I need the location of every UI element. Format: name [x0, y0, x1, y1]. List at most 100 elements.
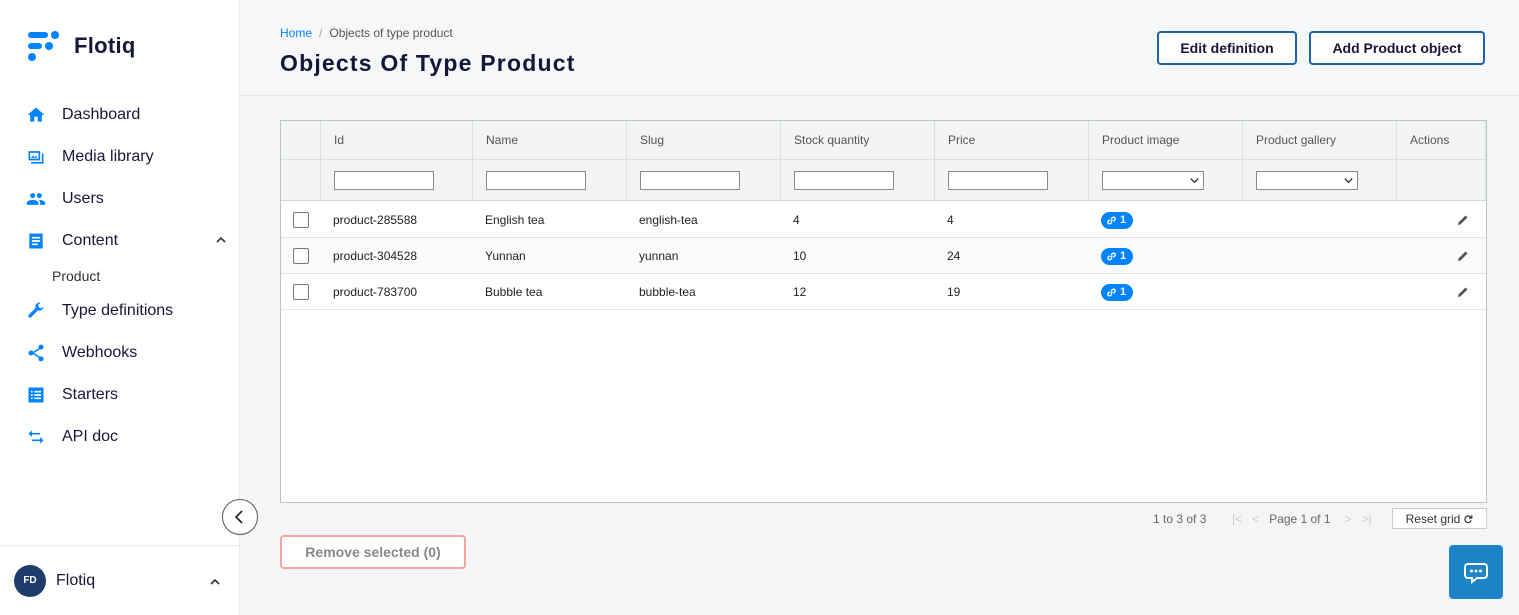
- column-header-name[interactable]: Name: [472, 121, 626, 159]
- sidebar-item-dashboard[interactable]: Dashboard: [0, 94, 240, 136]
- add-product-button[interactable]: Add Product object: [1309, 31, 1485, 65]
- collapse-sidebar-button[interactable]: [222, 499, 258, 535]
- chat-icon: [1464, 563, 1488, 585]
- sidebar-item-label: Starters: [62, 386, 119, 403]
- table-row[interactable]: product-783700 Bubble tea bubble-tea 12 …: [281, 274, 1486, 310]
- filter-price-input[interactable]: [948, 171, 1048, 190]
- media-icon: [26, 147, 46, 167]
- filter-product-gallery-select[interactable]: [1256, 171, 1358, 190]
- sidebar-item-webhooks[interactable]: Webhooks: [0, 332, 240, 374]
- chevron-up-icon[interactable]: [214, 233, 228, 247]
- row-checkbox[interactable]: [293, 284, 309, 300]
- filter-cell-slug: [626, 159, 780, 201]
- filter-product-image-select[interactable]: [1102, 171, 1204, 190]
- breadcrumb: Home / Objects of type product: [280, 26, 453, 40]
- pagination-controls: |< < Page 1 of 1 > >|: [1232, 508, 1382, 530]
- sidebar-nav: Dashboard Media library Users Content Pr…: [0, 94, 240, 458]
- cell-id: product-285588: [333, 213, 418, 227]
- column-header-slug[interactable]: Slug: [626, 121, 780, 159]
- remove-selected-button[interactable]: Remove selected (0): [280, 535, 466, 569]
- filter-cell-actions: [1396, 159, 1486, 201]
- reset-grid-label: Reset grid: [1405, 511, 1461, 526]
- chevron-up-icon[interactable]: [208, 575, 222, 589]
- relation-badge[interactable]: 1: [1101, 211, 1134, 229]
- filter-cell-product-image: [1088, 159, 1242, 201]
- column-header-id[interactable]: Id: [320, 121, 472, 159]
- brand-name: Flotiq: [74, 33, 136, 58]
- cell-name: Yunnan: [485, 249, 526, 263]
- cell-name: Bubble tea: [485, 285, 543, 299]
- avatar: FD: [14, 564, 46, 597]
- sidebar-item-users[interactable]: Users: [0, 178, 240, 220]
- next-page-icon[interactable]: >: [1345, 512, 1352, 526]
- cell-stock: 10: [793, 249, 807, 263]
- breadcrumb-home-link[interactable]: Home: [280, 26, 312, 40]
- sidebar-item-starters[interactable]: Starters: [0, 374, 240, 416]
- table-row[interactable]: product-285588 English tea english-tea 4…: [281, 202, 1486, 238]
- relation-count: 1: [1120, 286, 1127, 298]
- filter-cell-name: [472, 159, 626, 201]
- chat-button[interactable]: [1449, 545, 1503, 599]
- filter-select-column: [281, 159, 320, 201]
- first-page-icon[interactable]: |<: [1232, 512, 1242, 526]
- logo[interactable]: Flotiq: [26, 28, 136, 64]
- filter-slug-input[interactable]: [640, 171, 740, 190]
- sidebar-item-media-library[interactable]: Media library: [0, 136, 240, 178]
- cell-slug: yunnan: [639, 249, 679, 263]
- page-title: Objects Of Type Product: [280, 50, 576, 76]
- chevron-down-icon: [1344, 178, 1353, 184]
- filter-name-input[interactable]: [486, 171, 586, 190]
- previous-page-icon[interactable]: <: [1252, 512, 1259, 526]
- users-icon: [26, 189, 46, 209]
- sidebar-item-content[interactable]: Content: [0, 220, 240, 262]
- cell-id: product-304528: [333, 249, 418, 263]
- pencil-icon[interactable]: [1457, 286, 1469, 298]
- column-header-product-gallery[interactable]: Product gallery: [1242, 121, 1396, 159]
- cell-slug: english-tea: [639, 213, 698, 227]
- filter-cell-id: [320, 159, 472, 201]
- column-header-stock-quantity[interactable]: Stock quantity: [780, 121, 934, 159]
- sidebar-item-label: Users: [62, 190, 104, 207]
- reset-grid-button[interactable]: Reset grid: [1392, 508, 1487, 529]
- list-icon: [26, 385, 46, 405]
- link-icon: [1107, 288, 1116, 296]
- wrench-icon: [26, 301, 46, 321]
- filter-id-input[interactable]: [334, 171, 434, 190]
- account-name: Flotiq: [56, 571, 96, 589]
- page-header: Home / Objects of type product Objects Of …: [240, 0, 1519, 96]
- row-checkbox[interactable]: [293, 212, 309, 228]
- sidebar-item-type-definitions[interactable]: Type definitions: [0, 290, 240, 332]
- content-icon: [26, 231, 46, 251]
- filter-cell-price: [934, 159, 1088, 201]
- cell-price: 24: [947, 249, 961, 263]
- cell-stock: 12: [793, 285, 807, 299]
- column-header-price[interactable]: Price: [934, 121, 1088, 159]
- filter-cell-product-gallery: [1242, 159, 1396, 201]
- filter-cell-stock: [780, 159, 934, 201]
- filter-stock-input[interactable]: [794, 171, 894, 190]
- refresh-icon: [1464, 514, 1473, 523]
- link-icon: [1107, 216, 1116, 224]
- header-select-column: [281, 121, 320, 159]
- home-icon: [26, 105, 46, 125]
- link-icon: [1107, 252, 1116, 260]
- sidebar-item-label: Dashboard: [62, 106, 141, 123]
- sidebar-subitem-product[interactable]: Product: [0, 262, 240, 290]
- pencil-icon[interactable]: [1457, 250, 1469, 262]
- cell-slug: bubble-tea: [639, 285, 696, 299]
- sidebar-item-label: Webhooks: [62, 344, 138, 361]
- cell-product-image: 1: [1088, 274, 1134, 310]
- column-header-product-image[interactable]: Product image: [1088, 121, 1242, 159]
- row-checkbox[interactable]: [293, 248, 309, 264]
- last-page-icon[interactable]: >|: [1362, 512, 1372, 526]
- relation-count: 1: [1120, 250, 1127, 262]
- objects-grid: Id Name Slug Stock quantity Price Produc…: [280, 120, 1487, 503]
- edit-definition-button[interactable]: Edit definition: [1157, 31, 1297, 65]
- relation-badge[interactable]: 1: [1101, 247, 1134, 265]
- table-row[interactable]: product-304528 Yunnan yunnan 10 24 1: [281, 238, 1486, 274]
- relation-badge[interactable]: 1: [1101, 283, 1134, 301]
- sidebar-item-label: Type definitions: [62, 302, 174, 319]
- user-menu[interactable]: FD Flotiq: [0, 545, 240, 615]
- sidebar-item-api-doc[interactable]: API doc: [0, 416, 240, 458]
- pencil-icon[interactable]: [1457, 214, 1469, 226]
